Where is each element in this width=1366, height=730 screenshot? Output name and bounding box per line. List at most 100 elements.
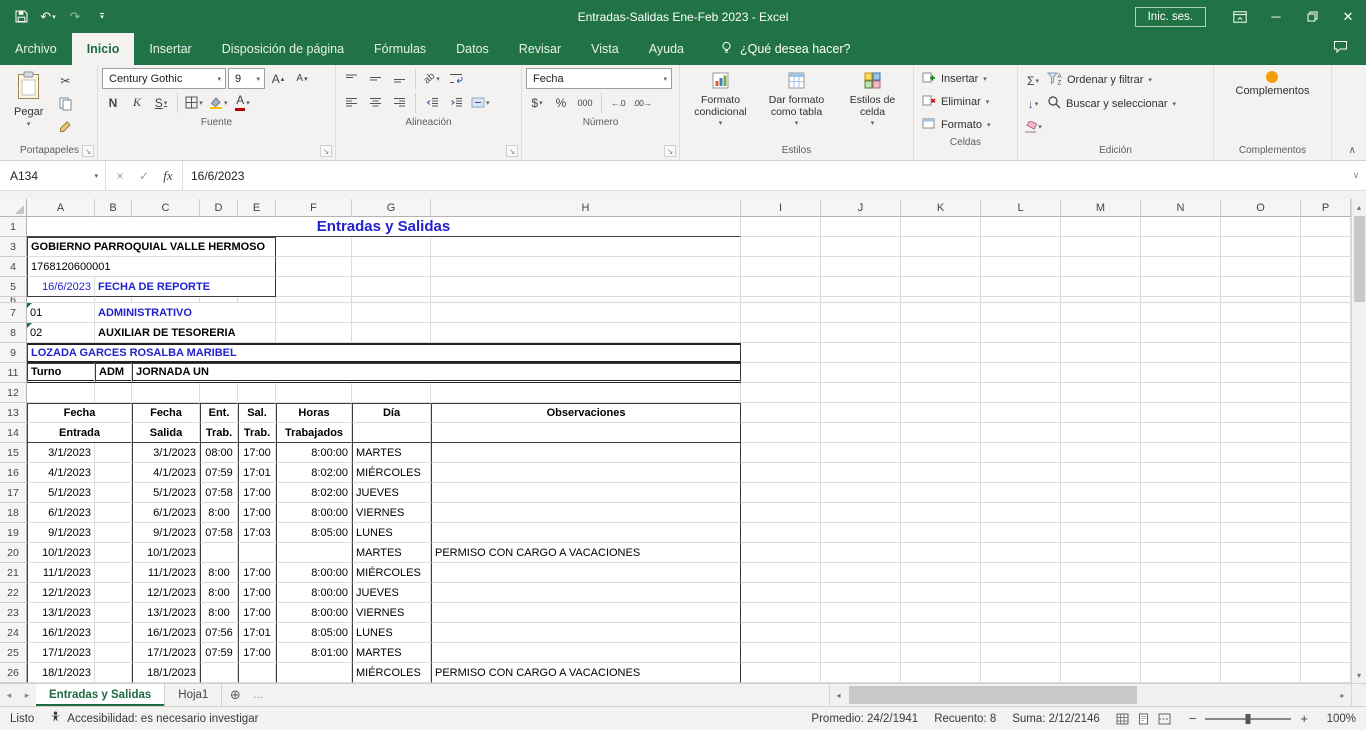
cell-F14[interactable]: Trabajados [276,423,352,443]
cell-N12[interactable] [1141,383,1221,403]
cell-N14[interactable] [1141,423,1221,443]
col-header-L[interactable]: L [981,199,1061,217]
cell-O23[interactable] [1221,603,1301,623]
cell-O1[interactable] [1221,217,1301,237]
cell-D12[interactable] [200,383,238,403]
cell-P21[interactable] [1301,563,1351,583]
cell-K25[interactable] [901,643,981,663]
ribbon-tab-insertar[interactable]: Insertar [134,33,206,65]
paste-button[interactable]: Pegar▾ [6,68,51,131]
cell-H5[interactable] [431,277,741,297]
cell-J26[interactable] [821,663,901,683]
cell-O8[interactable] [1221,323,1301,343]
cell-I26[interactable] [741,663,821,683]
align-right-icon[interactable] [388,92,410,113]
col-header-D[interactable]: D [200,199,238,217]
align-top-icon[interactable] [340,68,362,89]
cell-I14[interactable] [741,423,821,443]
row-header-3[interactable]: 3 [0,237,27,257]
vertical-scroll-thumb[interactable] [1354,216,1365,302]
row-header-14[interactable]: 14 [0,423,27,443]
cell-P24[interactable] [1301,623,1351,643]
cell-L19[interactable] [981,523,1061,543]
cell-I8[interactable] [741,323,821,343]
cell-E22[interactable]: 17:00 [238,583,276,603]
row-header-17[interactable]: 17 [0,483,27,503]
cell-F20[interactable] [276,543,352,563]
cell-J5[interactable] [821,277,901,297]
cell-M5[interactable] [1061,277,1141,297]
insert-function-icon[interactable]: fx [156,168,180,184]
cell-K1[interactable] [901,217,981,237]
cell-D20[interactable] [200,543,238,563]
cell-A13[interactable]: Fecha [27,403,132,423]
cell-A7[interactable]: 01 [27,303,95,323]
cell-H4[interactable] [431,257,741,277]
row-header-8[interactable]: 8 [0,323,27,343]
row-header-23[interactable]: 23 [0,603,27,623]
maximize-button[interactable] [1294,0,1330,33]
cell-G14[interactable] [352,423,431,443]
cell-G15[interactable]: MARTES [352,443,431,463]
cell-I18[interactable] [741,503,821,523]
cell-L17[interactable] [981,483,1061,503]
cell-P17[interactable] [1301,483,1351,503]
ribbon-tab-disposici-n-de-p-gina[interactable]: Disposición de página [207,33,359,65]
cell-L12[interactable] [981,383,1061,403]
cell-I19[interactable] [741,523,821,543]
comma-format-icon[interactable]: 000 [574,92,596,113]
cell-J23[interactable] [821,603,901,623]
cell-O18[interactable] [1221,503,1301,523]
conditional-formatting-button[interactable]: Formato condicional▾ [684,68,757,132]
copy-icon[interactable] [54,93,76,114]
cell-M26[interactable] [1061,663,1141,683]
cell-C21[interactable]: 11/1/2023 [132,563,200,583]
cell-K19[interactable] [901,523,981,543]
cell-L9[interactable] [981,343,1061,363]
select-all-corner[interactable] [0,199,27,217]
cell-O7[interactable] [1221,303,1301,323]
cell-H20[interactable]: PERMISO CON CARGO A VACACIONES [431,543,741,563]
row-header-7[interactable]: 7 [0,303,27,323]
horizontal-scrollbar[interactable]: ◂ ▸ [829,684,1351,706]
cell-J20[interactable] [821,543,901,563]
cell-I5[interactable] [741,277,821,297]
sheet-tab-hoja1[interactable]: Hoja1 [165,684,222,706]
ribbon-tab-f-rmulas[interactable]: Fórmulas [359,33,441,65]
col-header-H[interactable]: H [431,199,741,217]
cell-I1[interactable] [741,217,821,237]
addins-button[interactable]: Complementos [1228,68,1318,100]
row-header-24[interactable]: 24 [0,623,27,643]
cell-J25[interactable] [821,643,901,663]
cell-N7[interactable] [1141,303,1221,323]
cell-E26[interactable] [238,663,276,683]
find-select-button[interactable]: Buscar y seleccionar▾ [1047,92,1176,115]
cell-D13[interactable]: Ent. [200,403,238,423]
cell-C23[interactable]: 13/1/2023 [132,603,200,623]
cell-K16[interactable] [901,463,981,483]
cell-D22[interactable]: 8:00 [200,583,238,603]
cell-K5[interactable] [901,277,981,297]
ribbon-tab-datos[interactable]: Datos [441,33,504,65]
cell-C17[interactable]: 5/1/2023 [132,483,200,503]
delete-cells-button[interactable]: Eliminar▾ [918,91,1013,113]
cell-K21[interactable] [901,563,981,583]
cell-G20[interactable]: MARTES [352,543,431,563]
cell-M21[interactable] [1061,563,1141,583]
cell-J19[interactable] [821,523,901,543]
cell-D19[interactable]: 07:58 [200,523,238,543]
cell-M22[interactable] [1061,583,1141,603]
format-cells-button[interactable]: Formato▾ [918,114,1013,136]
cell-B21[interactable] [95,563,132,583]
cell-A25[interactable]: 17/1/2023 [27,643,95,663]
cell-P14[interactable] [1301,423,1351,443]
ribbon-tab-vista[interactable]: Vista [576,33,634,65]
ribbon-tab-revisar[interactable]: Revisar [504,33,576,65]
cell-N25[interactable] [1141,643,1221,663]
cell-G4[interactable] [352,257,431,277]
row-header-12[interactable]: 12 [0,383,27,403]
increase-indent-icon[interactable] [445,92,467,113]
cell-J4[interactable] [821,257,901,277]
cell-B22[interactable] [95,583,132,603]
cell-F16[interactable]: 8:02:00 [276,463,352,483]
